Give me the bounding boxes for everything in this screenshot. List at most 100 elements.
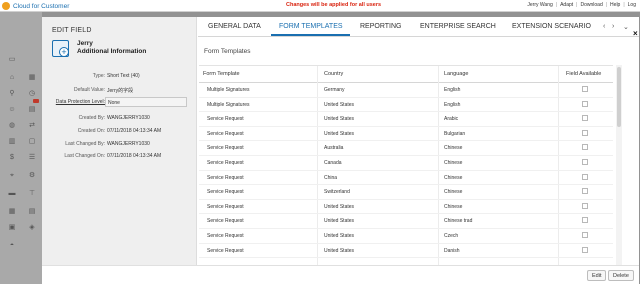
list-icon[interactable]: ☰ — [28, 154, 36, 162]
table-row[interactable]: Service Request Australia Chinese — [199, 141, 613, 156]
table-scrollbar[interactable] — [616, 65, 622, 282]
column-header-country[interactable]: Country — [324, 71, 343, 77]
dollar-icon[interactable]: $ — [8, 154, 16, 162]
cell-country: United States — [324, 116, 355, 123]
field-name: Jerry — [77, 40, 93, 47]
cell-form-template: Multiple Signatures — [207, 101, 250, 108]
clock-icon[interactable]: ◷ — [28, 90, 36, 98]
table-row[interactable]: Service Request United States Chinese — [199, 200, 613, 215]
dialog-title: EDIT FIELD — [52, 27, 92, 34]
chevron-down-icon[interactable]: ⌄ — [623, 23, 629, 31]
folder-icon[interactable]: ▬ — [8, 190, 16, 198]
table-row[interactable]: Service Request United States Arabic — [199, 112, 613, 127]
table-row[interactable]: Service Request United States Chinese trad — [199, 214, 613, 229]
column-header-form-template[interactable]: Form Template — [203, 71, 240, 77]
cell-country: United States — [324, 247, 355, 254]
field-available-checkbox[interactable] — [582, 217, 588, 224]
field-available-checkbox[interactable] — [582, 173, 588, 180]
cell-language: English — [444, 87, 461, 93]
cell-language: English — [444, 101, 461, 108]
field-available-checkbox[interactable] — [582, 115, 588, 122]
tab-extension-scenario[interactable]: EXTENSION SCENARIO — [512, 23, 591, 30]
table-row[interactable]: Service Request Switzerland Chinese — [199, 185, 613, 200]
field-available-checkbox[interactable] — [582, 86, 588, 92]
data-protection-field[interactable]: None — [105, 97, 187, 107]
cube-icon[interactable]: ◈ — [28, 224, 36, 232]
cell-language: Chinese — [444, 203, 463, 210]
search-icon[interactable]: ⚲ — [8, 90, 16, 98]
table-row[interactable]: Service Request United States Bulgarian — [199, 127, 613, 142]
property-value: Jerry的字段 — [107, 88, 134, 94]
field-available-checkbox[interactable] — [582, 232, 588, 238]
top-bar: Cloud for Customer Changes will be appli… — [0, 0, 640, 12]
table-row[interactable]: Service Request United States Czech — [199, 229, 613, 244]
column-header-language[interactable]: Language — [444, 71, 468, 77]
cell-form-template: Service Request — [207, 174, 244, 181]
people-icon[interactable]: ☺ — [8, 106, 16, 114]
comment-icon[interactable]: ▭ — [8, 56, 16, 64]
property-value: 07/11/2018 04:13:34 AM — [107, 153, 162, 159]
notification-badge — [33, 99, 39, 103]
cell-country: Switzerland — [324, 189, 350, 196]
download-link[interactable]: Download — [580, 2, 602, 8]
close-icon[interactable]: × — [633, 30, 640, 38]
field-available-checkbox[interactable] — [582, 246, 588, 253]
warning-banner: Changes will be applied for all users — [286, 2, 382, 8]
field-available-checkbox[interactable] — [582, 100, 588, 107]
hierarchy-icon[interactable]: ⊤ — [28, 190, 36, 198]
cell-language: Danish — [444, 247, 460, 254]
property-label: Default Value: — [73, 87, 105, 93]
tab-enterprise-search[interactable]: ENTERPRISE SEARCH — [420, 23, 496, 30]
field-available-checkbox[interactable] — [582, 129, 588, 136]
calendar-icon[interactable]: ▦ — [28, 74, 36, 82]
adapt-link[interactable]: Adapt — [560, 2, 573, 8]
user-link[interactable]: Jerry Wang — [527, 2, 552, 8]
gear-icon[interactable]: ⚙ — [28, 172, 36, 180]
table-row[interactable]: Service Request Canada Chinese — [199, 156, 613, 171]
property-created-on: Created On: 07/11/2018 04:13:34 AM — [42, 126, 197, 136]
delete-button[interactable]: Delete — [608, 270, 634, 281]
app-title: Cloud for Customer — [13, 2, 70, 10]
scrollbar-thumb[interactable] — [617, 67, 621, 127]
tab-reporting[interactable]: REPORTING — [360, 23, 402, 30]
globe-icon[interactable]: ◍ — [8, 122, 16, 130]
map-pin-icon[interactable]: ⌖ — [8, 172, 16, 180]
property-label: Last Changed On: — [64, 153, 105, 159]
cell-form-template: Service Request — [207, 247, 244, 254]
property-data-protection: Data Protection Level: None — [42, 97, 197, 107]
table-row[interactable]: Service Request China Chinese — [199, 171, 613, 186]
document-icon[interactable]: ▢ — [28, 138, 36, 146]
brand[interactable]: Cloud for Customer — [2, 1, 69, 11]
clipboard-icon[interactable]: ▤ — [28, 106, 36, 114]
property-last-changed-by: Last Changed By: WANGJERRY1030 — [42, 139, 197, 149]
table-row[interactable]: Service Request United States Danish — [199, 244, 613, 259]
edit-button[interactable]: Edit — [587, 270, 607, 281]
column-header-field-available[interactable]: Field Available — [566, 71, 601, 77]
car-icon[interactable]: ◓ — [8, 242, 16, 250]
field-available-checkbox[interactable] — [582, 144, 588, 151]
report-icon[interactable]: ▤ — [28, 208, 36, 216]
active-tab-indicator — [271, 34, 350, 36]
grid-icon[interactable]: ▦ — [8, 208, 16, 216]
home-icon[interactable]: ⌂ — [8, 74, 16, 82]
field-available-checkbox[interactable] — [582, 159, 588, 165]
chart-icon[interactable]: ▥ — [8, 138, 16, 146]
box-icon[interactable]: ▣ — [8, 224, 16, 232]
table-row[interactable]: Multiple Signatures United States English — [199, 98, 613, 113]
property-value: 07/11/2018 04:13:34 AM — [107, 128, 162, 134]
table-row[interactable]: Multiple Signatures Germany English — [199, 83, 613, 98]
exchange-icon[interactable]: ⇄ — [28, 122, 36, 130]
property-value: WANGJERRY1030 — [107, 141, 150, 147]
tab-form-templates[interactable]: FORM TEMPLATES — [279, 23, 343, 30]
data-protection-link[interactable]: Data Protection Level: — [56, 99, 105, 105]
field-available-checkbox[interactable] — [582, 202, 588, 209]
cell-language: Arabic — [444, 116, 459, 123]
field-available-checkbox[interactable] — [582, 188, 588, 195]
chevron-right-icon[interactable]: › — [612, 23, 614, 30]
cell-country: Australia — [324, 145, 344, 152]
tab-general-data[interactable]: GENERAL DATA — [208, 23, 261, 30]
chevron-left-icon[interactable]: ‹ — [603, 23, 605, 30]
help-link[interactable]: Help — [610, 2, 620, 8]
log-link[interactable]: Log — [628, 2, 636, 8]
table-header: Form Template Country Language Field Ava… — [199, 66, 613, 83]
